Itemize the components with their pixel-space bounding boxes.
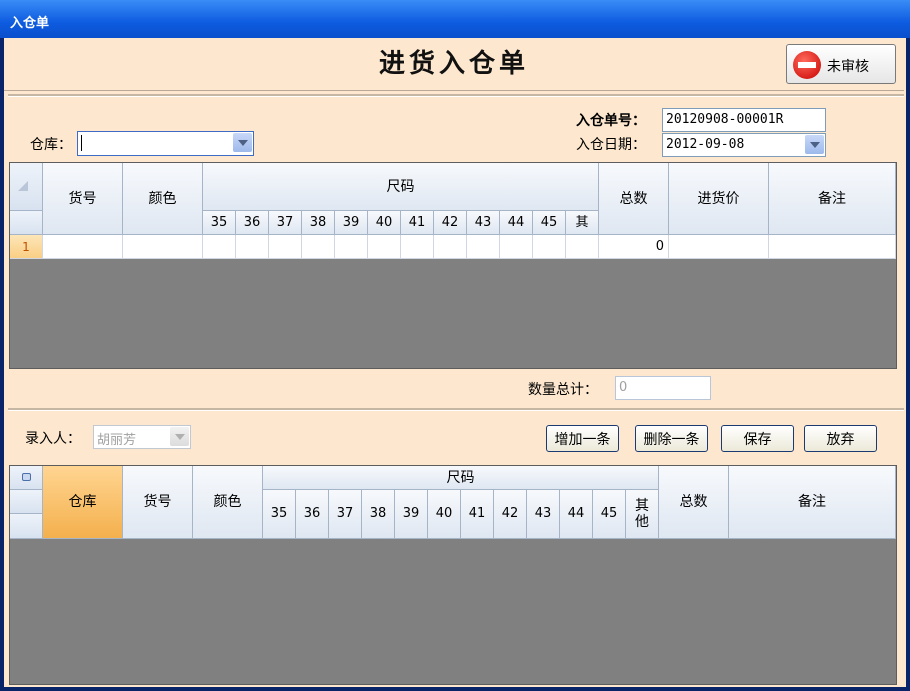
cell-size[interactable] bbox=[236, 235, 269, 259]
grid-corner-mid bbox=[10, 490, 43, 514]
divider bbox=[8, 408, 904, 411]
cell-size[interactable] bbox=[401, 235, 434, 259]
size-header[interactable]: 45 bbox=[533, 211, 566, 235]
window-titlebar: 入仓单 bbox=[0, 0, 910, 38]
date-value: 2012-09-08 bbox=[666, 137, 745, 152]
size-header-other[interactable]: 其他 bbox=[626, 490, 659, 539]
column-header-remark[interactable]: 备注 bbox=[769, 163, 896, 235]
cell-size[interactable] bbox=[566, 235, 599, 259]
page-title: 进货入仓单 bbox=[378, 49, 529, 79]
column-header-total[interactable]: 总数 bbox=[659, 466, 729, 539]
size-header[interactable]: 44 bbox=[560, 490, 593, 539]
column-header-item-no[interactable]: 货号 bbox=[43, 163, 123, 235]
size-header[interactable]: 36 bbox=[236, 211, 269, 235]
size-header[interactable]: 45 bbox=[593, 490, 626, 539]
audit-status-button[interactable]: 未审核 bbox=[786, 44, 896, 84]
cell-color[interactable] bbox=[123, 235, 203, 259]
size-header[interactable]: 其 bbox=[566, 211, 599, 235]
size-header[interactable]: 40 bbox=[368, 211, 401, 235]
size-header[interactable]: 40 bbox=[428, 490, 461, 539]
order-no-label: 入仓单号： bbox=[576, 113, 646, 129]
quantity-total-label: 数量总计： bbox=[528, 382, 598, 398]
size-header[interactable]: 35 bbox=[203, 211, 236, 235]
cell-size[interactable] bbox=[467, 235, 500, 259]
grid-select-all[interactable] bbox=[10, 163, 43, 211]
chevron-down-icon[interactable] bbox=[233, 133, 252, 152]
window-title: 入仓单 bbox=[10, 16, 50, 31]
size-header[interactable]: 42 bbox=[494, 490, 527, 539]
row-header[interactable]: 1 bbox=[10, 235, 43, 259]
column-header-price[interactable]: 进货价 bbox=[669, 163, 769, 235]
cell-price[interactable] bbox=[669, 235, 769, 259]
size-header[interactable]: 36 bbox=[296, 490, 329, 539]
size-header[interactable]: 43 bbox=[527, 490, 560, 539]
cell-remark[interactable] bbox=[769, 235, 896, 259]
cell-size[interactable] bbox=[434, 235, 467, 259]
entry-person-value: 胡丽芳 bbox=[97, 433, 137, 448]
add-row-button[interactable]: 增加一条 bbox=[546, 425, 619, 452]
discard-button[interactable]: 放弃 bbox=[804, 425, 877, 452]
column-header-remark[interactable]: 备注 bbox=[729, 466, 896, 539]
cell-size[interactable] bbox=[533, 235, 566, 259]
quantity-total-field: 0 bbox=[615, 376, 711, 400]
cell-item-no[interactable] bbox=[43, 235, 123, 259]
size-header[interactable]: 43 bbox=[467, 211, 500, 235]
warehouse-select[interactable] bbox=[77, 131, 254, 156]
size-header[interactable]: 41 bbox=[461, 490, 494, 539]
grid-corner-lower bbox=[10, 211, 43, 235]
stop-icon bbox=[793, 51, 821, 79]
size-header[interactable]: 38 bbox=[362, 490, 395, 539]
cell-size[interactable] bbox=[203, 235, 236, 259]
size-header[interactable]: 38 bbox=[302, 211, 335, 235]
cell-size[interactable] bbox=[302, 235, 335, 259]
size-header[interactable]: 39 bbox=[335, 211, 368, 235]
size-header[interactable]: 44 bbox=[500, 211, 533, 235]
entry-person-label: 录入人： bbox=[25, 431, 81, 447]
column-header-total[interactable]: 总数 bbox=[599, 163, 669, 235]
save-button[interactable]: 保存 bbox=[721, 425, 794, 452]
size-header[interactable]: 37 bbox=[269, 211, 302, 235]
cell-size[interactable] bbox=[269, 235, 302, 259]
cell-size[interactable] bbox=[368, 235, 401, 259]
divider bbox=[8, 94, 904, 97]
records-grid[interactable]: 仓库 货号 颜色 尺码 35 36 37 38 39 40 41 42 43 4… bbox=[9, 465, 897, 685]
chevron-down-icon bbox=[170, 427, 189, 446]
items-grid[interactable]: 货号 颜色 尺码 35 36 37 38 39 40 41 42 43 44 4… bbox=[9, 162, 897, 369]
lock-icon bbox=[22, 473, 31, 481]
size-header[interactable]: 37 bbox=[329, 490, 362, 539]
text-cursor bbox=[81, 135, 82, 151]
header-panel: 进货入仓单 bbox=[4, 40, 904, 91]
column-header-color[interactable]: 颜色 bbox=[123, 163, 203, 235]
column-header-color[interactable]: 颜色 bbox=[193, 466, 263, 539]
order-no-field[interactable]: 20120908-00001R bbox=[662, 108, 826, 132]
audit-status-label: 未审核 bbox=[827, 59, 869, 75]
column-header-size[interactable]: 尺码 bbox=[263, 466, 659, 490]
column-header-size[interactable]: 尺码 bbox=[203, 163, 599, 211]
cell-size[interactable] bbox=[335, 235, 368, 259]
size-header[interactable]: 35 bbox=[263, 490, 296, 539]
size-header[interactable]: 42 bbox=[434, 211, 467, 235]
date-label: 入仓日期： bbox=[576, 137, 646, 153]
select-all-icon bbox=[18, 181, 28, 191]
column-header-warehouse[interactable]: 仓库 bbox=[43, 466, 123, 539]
size-header[interactable]: 41 bbox=[401, 211, 434, 235]
delete-row-button[interactable]: 删除一条 bbox=[635, 425, 708, 452]
grid-corner-lower bbox=[10, 514, 43, 539]
date-picker[interactable]: 2012-09-08 bbox=[662, 133, 826, 157]
chevron-down-icon[interactable] bbox=[805, 135, 824, 154]
size-header[interactable]: 39 bbox=[395, 490, 428, 539]
warehouse-label: 仓库： bbox=[30, 137, 72, 153]
cell-total[interactable]: 0 bbox=[599, 235, 669, 259]
grid-select-all[interactable] bbox=[10, 466, 43, 490]
entry-person-select: 胡丽芳 bbox=[93, 425, 191, 449]
column-header-item-no[interactable]: 货号 bbox=[123, 466, 193, 539]
cell-size[interactable] bbox=[500, 235, 533, 259]
